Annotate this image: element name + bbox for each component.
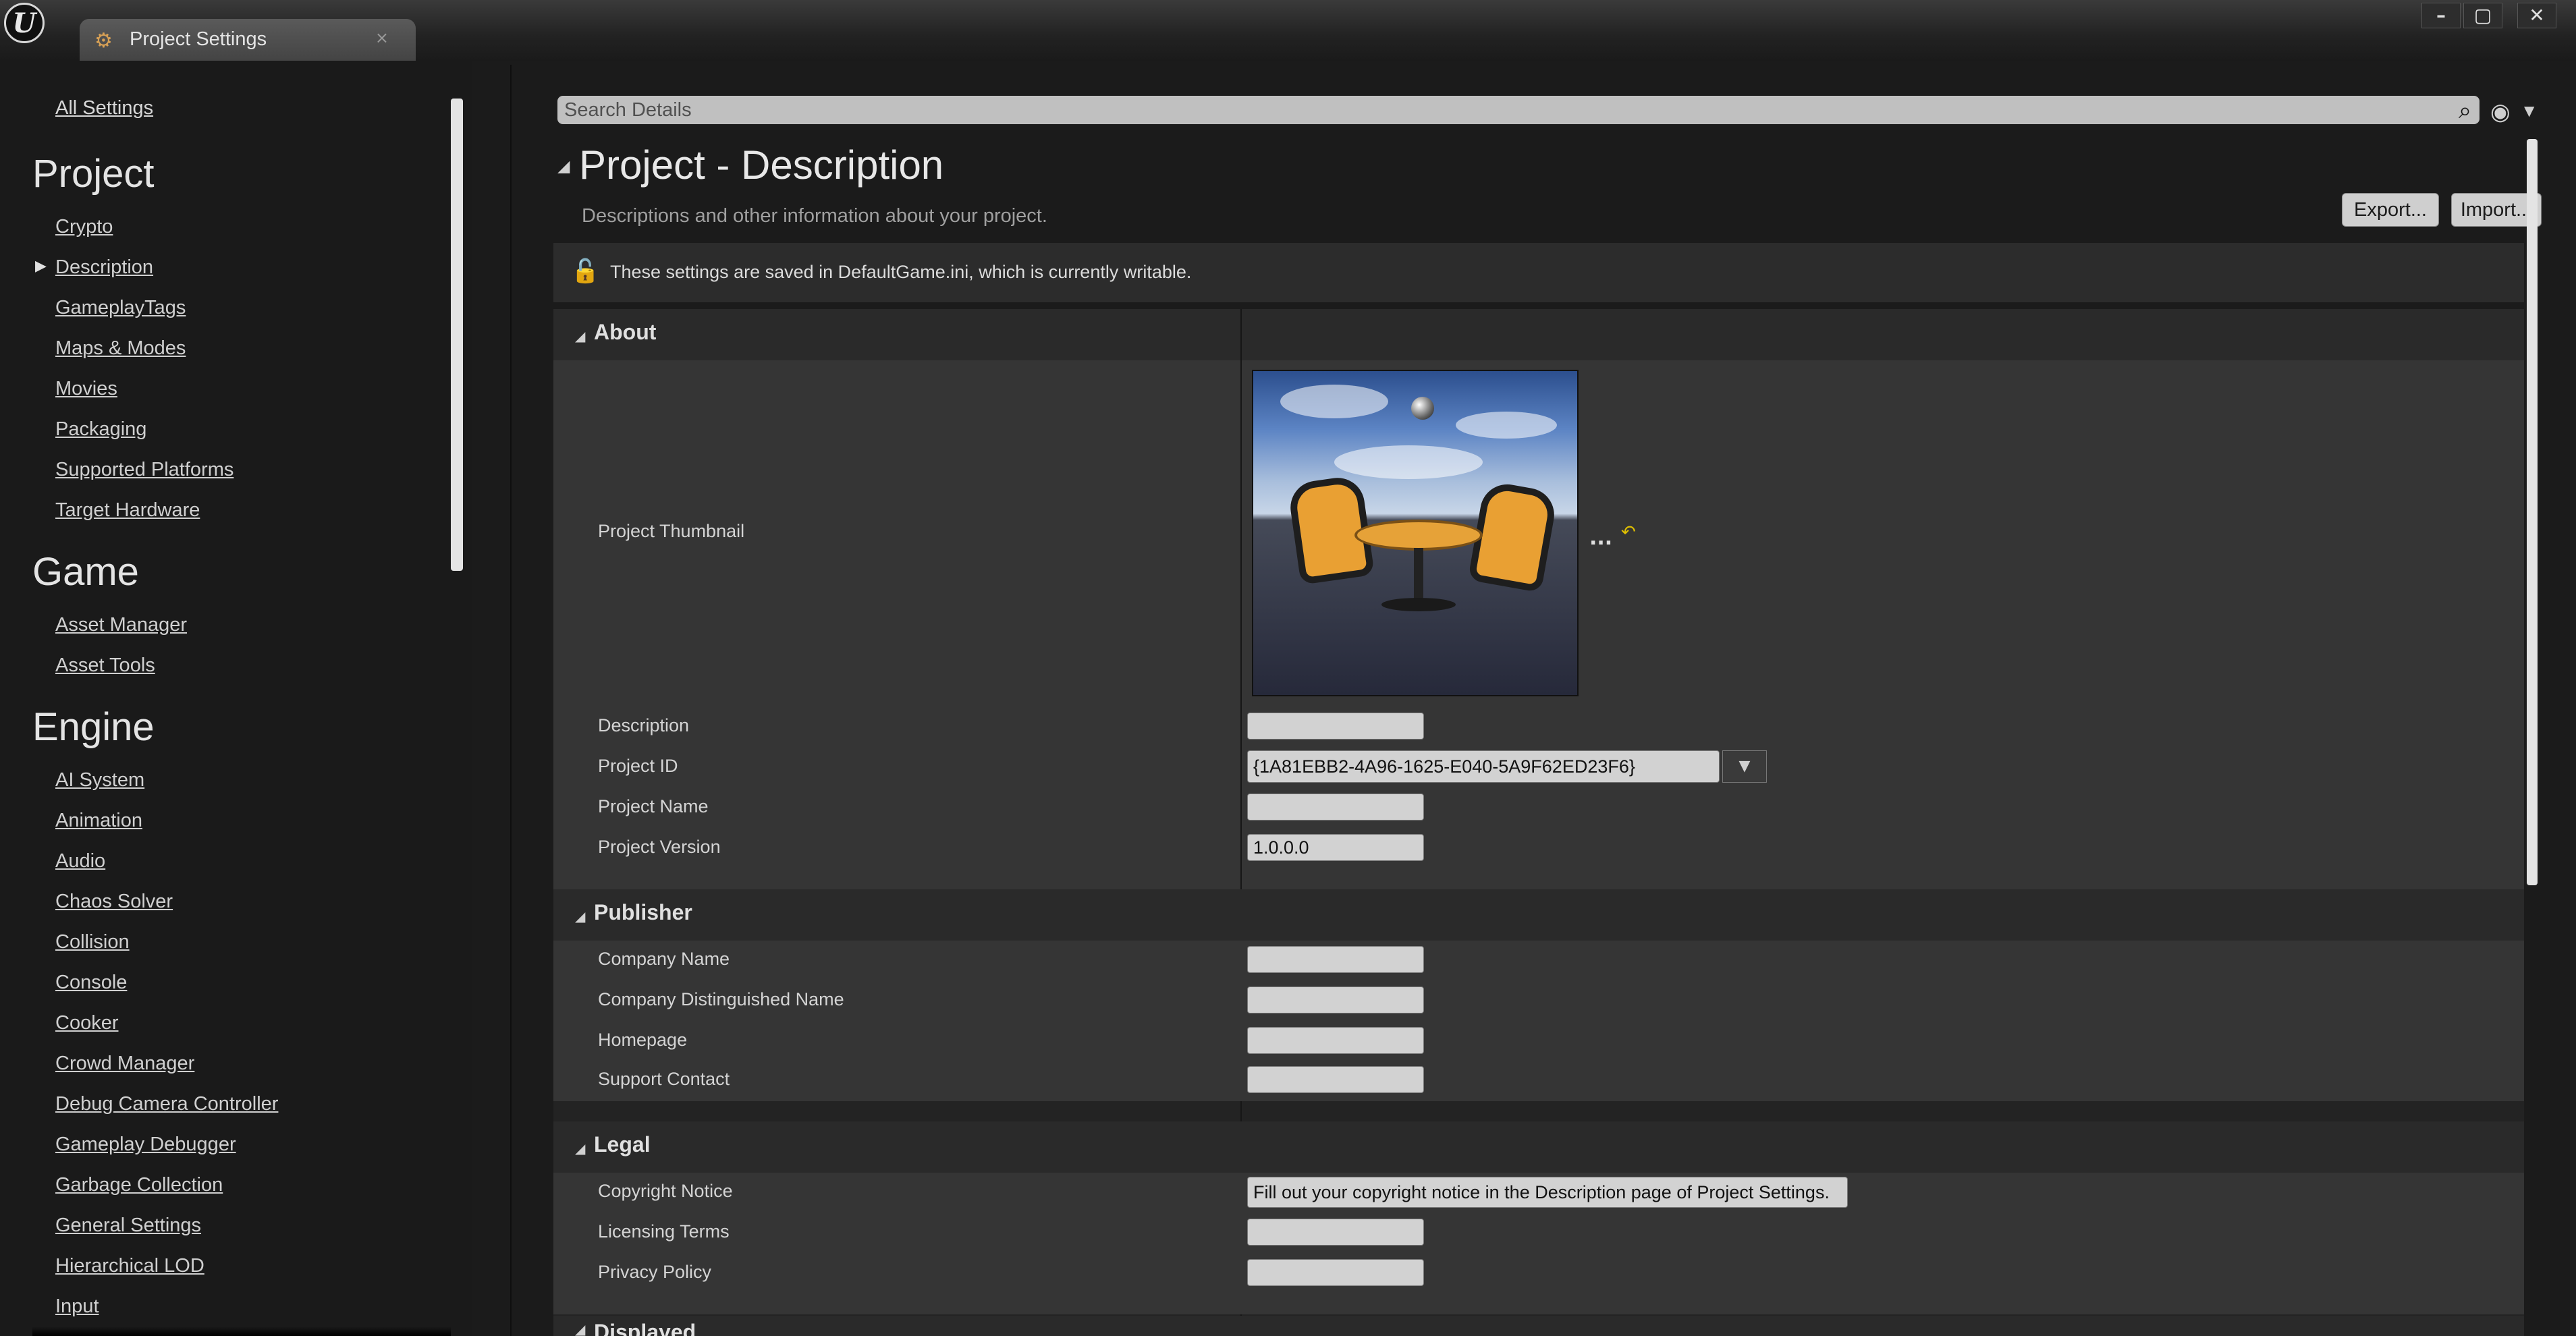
homepage-label: Homepage: [598, 1030, 688, 1050]
privacy-policy-field[interactable]: [1247, 1259, 1424, 1286]
search-input[interactable]: [564, 97, 2440, 123]
thumbnail-browse-button[interactable]: ...: [1589, 526, 1612, 550]
sidebar-item-cooker[interactable]: Cooker: [55, 1012, 119, 1034]
sidebar-item-collision[interactable]: Collision: [55, 931, 130, 953]
collapse-arrow-icon[interactable]: ◢: [575, 908, 585, 924]
unlock-icon: 🔓: [571, 258, 600, 285]
sidebar-item-crowd-manager[interactable]: Crowd Manager: [55, 1053, 194, 1075]
company-name-label: Company Name: [598, 949, 730, 969]
sidebar-item-packaging[interactable]: Packaging: [55, 418, 146, 441]
maximize-button[interactable]: ▢: [2463, 3, 2502, 28]
sidebar-item-asset-manager[interactable]: Asset Manager: [55, 614, 187, 636]
config-notice: 🔓 These settings are saved in DefaultGam…: [553, 243, 2524, 302]
section-heading-engine: Engine: [32, 705, 155, 749]
category-legal[interactable]: ◢ Legal: [553, 1121, 2524, 1173]
sidebar-item-audio[interactable]: Audio: [55, 850, 105, 872]
homepage-field[interactable]: [1247, 1027, 1424, 1054]
publisher-properties: [553, 941, 2524, 1101]
sidebar-item-supported-platforms[interactable]: Supported Platforms: [55, 459, 234, 481]
visibility-eye-icon[interactable]: ◉: [2490, 99, 2511, 126]
project-thumbnail-label: Project Thumbnail: [598, 521, 745, 541]
collapse-arrow-icon[interactable]: ◢: [575, 328, 585, 344]
sidebar-scrollbar[interactable]: [451, 99, 463, 571]
collapse-arrow-icon[interactable]: ◢: [575, 1321, 585, 1336]
project-version-label: Project Version: [598, 837, 721, 857]
support-contact-label: Support Contact: [598, 1069, 730, 1089]
collapse-arrow-icon[interactable]: ◢: [575, 1140, 585, 1157]
company-name-field[interactable]: [1247, 946, 1424, 973]
privacy-policy-label: Privacy Policy: [598, 1262, 712, 1282]
tab-close-icon[interactable]: ×: [375, 28, 389, 47]
minimize-button[interactable]: –: [2421, 3, 2461, 28]
sidebar-item-chaos-solver[interactable]: Chaos Solver: [55, 891, 173, 913]
sidebar-item-debug-camera-controller[interactable]: Debug Camera Controller: [55, 1093, 278, 1115]
description-field[interactable]: [1247, 713, 1424, 740]
copyright-notice-label: Copyright Notice: [598, 1181, 733, 1201]
category-label: About: [594, 320, 657, 344]
description-label: Description: [598, 715, 690, 735]
close-window-button[interactable]: ✕: [2517, 3, 2556, 28]
project-name-field[interactable]: [1247, 794, 1424, 820]
category-label: Legal: [594, 1132, 651, 1157]
category-displayed[interactable]: ◢ Displayed: [553, 1316, 2524, 1336]
licensing-terms-field[interactable]: [1247, 1219, 1424, 1246]
search-icon[interactable]: ⌕: [2459, 97, 2471, 124]
sidebar-item-description[interactable]: Description: [55, 256, 153, 279]
search-bar: ⌕: [557, 96, 2479, 124]
notice-text: These settings are saved in DefaultGame.…: [610, 262, 1192, 282]
collapse-arrow-icon[interactable]: ◢: [557, 157, 570, 175]
category-label: Publisher: [594, 900, 692, 924]
category-about[interactable]: ◢ About: [553, 309, 2524, 360]
sidebar-item-input[interactable]: Input: [55, 1296, 99, 1318]
company-distinguished-name-field[interactable]: [1247, 986, 1424, 1013]
selected-arrow-icon: ▶: [35, 258, 47, 275]
settings-gear-icon: ⚙: [94, 29, 113, 53]
sidebar-item-gameplaytags[interactable]: GameplayTags: [55, 297, 186, 319]
sidebar-item-maps-modes[interactable]: Maps & Modes: [55, 337, 186, 360]
chevron-down-icon[interactable]: ▼: [2524, 103, 2534, 119]
licensing-terms-label: Licensing Terms: [598, 1221, 730, 1242]
sidebar-item-animation[interactable]: Animation: [55, 810, 142, 832]
copyright-notice-field[interactable]: Fill out your copyright notice in the De…: [1247, 1177, 1848, 1208]
page-title: Project - Description: [579, 142, 944, 188]
panel-divider[interactable]: [510, 65, 512, 1336]
tab-project-settings[interactable]: ⚙ Project Settings ×: [80, 19, 416, 61]
sidebar-item-gameplay-debugger[interactable]: Gameplay Debugger: [55, 1134, 236, 1156]
unreal-logo-icon[interactable]: U: [4, 3, 45, 43]
sphere-icon: [1411, 397, 1434, 420]
details-scrollbar[interactable]: [2527, 139, 2538, 885]
sidebar-item-ai-system[interactable]: AI System: [55, 769, 144, 791]
support-contact-field[interactable]: [1247, 1066, 1424, 1093]
sidebar-item-general-settings[interactable]: General Settings: [55, 1215, 201, 1237]
title-bar: U ⚙ Project Settings × – ▢ ✕: [0, 0, 2576, 61]
company-distinguished-name-label: Company Distinguished Name: [598, 989, 844, 1009]
chevron-down-icon[interactable]: ▼: [1722, 750, 1767, 783]
sidebar-item-movies[interactable]: Movies: [55, 378, 117, 400]
export-button[interactable]: Export...: [2342, 193, 2439, 227]
project-id-field[interactable]: {1A81EBB2-4A96-1625-E040-5A9F62ED23F6}: [1247, 750, 1720, 783]
sidebar-item-asset-tools[interactable]: Asset Tools: [55, 655, 155, 677]
settings-sidebar: All Settings Project Crypto ▶ Descriptio…: [0, 61, 472, 1336]
project-thumbnail-image[interactable]: [1252, 370, 1579, 696]
sidebar-item-target-hardware[interactable]: Target Hardware: [55, 499, 200, 522]
sidebar-item-hierarchical-lod[interactable]: Hierarchical LOD: [55, 1255, 204, 1277]
sidebar-item-crypto[interactable]: Crypto: [55, 216, 113, 238]
section-heading-game: Game: [32, 550, 139, 594]
category-publisher[interactable]: ◢ Publisher: [553, 889, 2524, 941]
tab-label: Project Settings: [130, 28, 267, 50]
section-heading-project: Project: [32, 152, 155, 196]
sidebar-item-console[interactable]: Console: [55, 972, 127, 994]
all-settings-link[interactable]: All Settings: [55, 97, 153, 119]
project-id-label: Project ID: [598, 756, 678, 776]
sidebar-bottom-shadow: [32, 1327, 451, 1336]
category-label: Displayed: [594, 1320, 696, 1336]
project-name-label: Project Name: [598, 796, 709, 816]
sidebar-item-garbage-collection[interactable]: Garbage Collection: [55, 1174, 223, 1196]
reset-arrow-icon[interactable]: ↶: [1621, 522, 1636, 542]
page-subtitle: Descriptions and other information about…: [582, 205, 1047, 227]
project-version-field[interactable]: 1.0.0.0: [1247, 834, 1424, 861]
